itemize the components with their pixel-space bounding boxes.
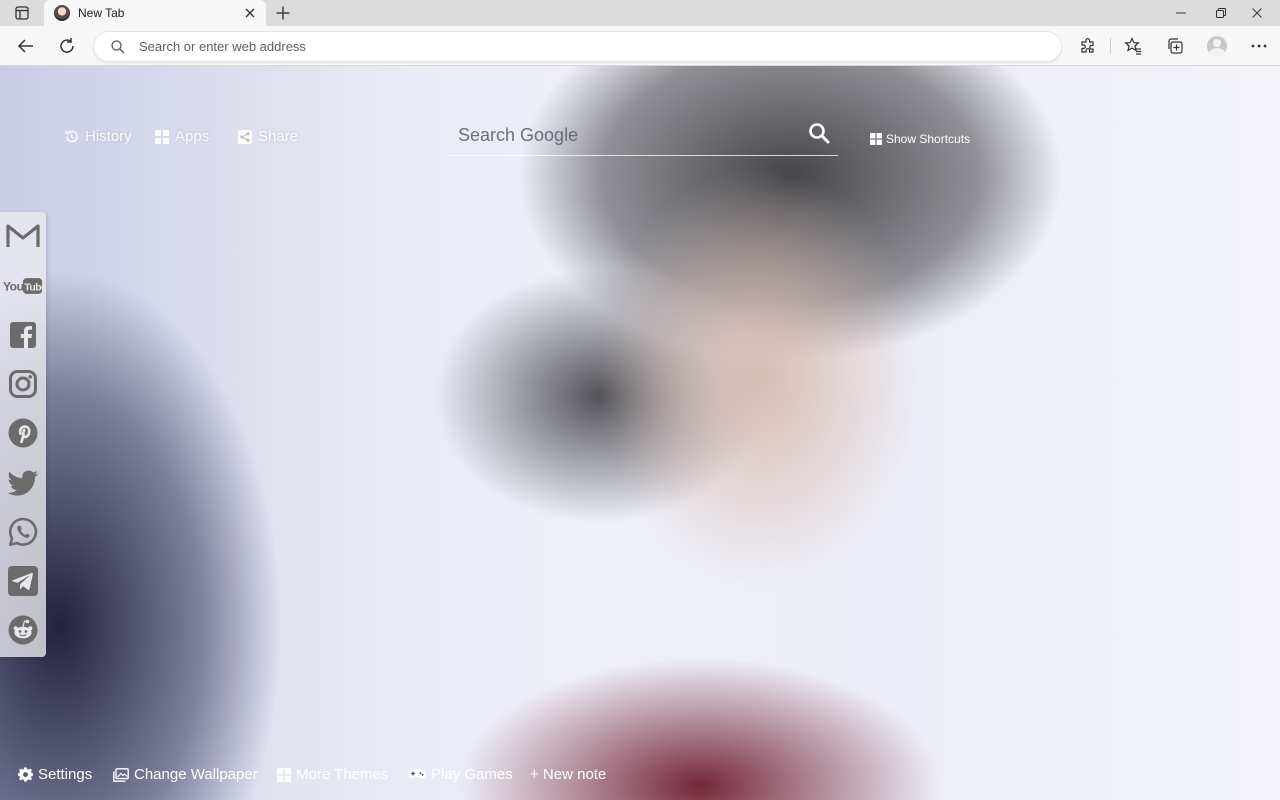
apps-label: Apps bbox=[175, 128, 210, 145]
history-icon bbox=[65, 130, 78, 143]
puzzle-icon bbox=[1081, 38, 1094, 53]
extensions-button[interactable] bbox=[1074, 32, 1102, 60]
star-list-icon bbox=[1124, 37, 1141, 55]
refresh-button[interactable] bbox=[53, 32, 81, 60]
restore-icon bbox=[1216, 8, 1226, 18]
social-link-instagram[interactable] bbox=[3, 364, 43, 404]
social-link-gmail[interactable] bbox=[3, 216, 43, 256]
tab-favicon-icon bbox=[54, 5, 70, 21]
collections-icon bbox=[1168, 38, 1183, 54]
address-input[interactable] bbox=[139, 39, 1019, 54]
social-link-pinterest[interactable] bbox=[3, 413, 43, 453]
gamepad-icon bbox=[408, 769, 426, 778]
grid-icon bbox=[277, 767, 291, 782]
show-shortcuts-button[interactable]: Show Shortcuts bbox=[870, 132, 970, 146]
pinterest-icon bbox=[8, 418, 38, 448]
profile-button[interactable] bbox=[1203, 32, 1231, 60]
more-dots-icon bbox=[1251, 44, 1267, 48]
tab-actions-icon bbox=[15, 6, 29, 20]
wallpaper-icon bbox=[113, 767, 129, 782]
tab-strip: New Tab bbox=[0, 0, 1280, 26]
social-sidebar: You Tube bbox=[0, 212, 46, 657]
minimize-icon bbox=[1176, 12, 1186, 14]
apps-grid-icon bbox=[155, 129, 169, 144]
apps-link[interactable]: Apps bbox=[155, 128, 209, 145]
twitter-icon bbox=[7, 470, 38, 496]
whatsapp-icon bbox=[8, 517, 38, 546]
toolbar-divider bbox=[1110, 38, 1111, 54]
share-icon bbox=[238, 129, 252, 144]
close-window-icon bbox=[1252, 8, 1262, 18]
reddit-icon bbox=[8, 615, 38, 645]
social-link-youtube[interactable]: You Tube bbox=[3, 266, 43, 306]
windows-grid-icon bbox=[870, 133, 882, 145]
svg-text:Tube: Tube bbox=[24, 282, 43, 293]
instagram-icon bbox=[9, 370, 37, 398]
tab-title: New Tab bbox=[78, 6, 125, 20]
history-label: History bbox=[85, 128, 132, 145]
back-arrow-icon bbox=[17, 39, 33, 53]
play-games-link[interactable]: Play Games bbox=[408, 766, 513, 783]
search-icon bbox=[110, 39, 126, 55]
address-bar[interactable] bbox=[93, 31, 1062, 62]
google-search-input[interactable] bbox=[458, 120, 798, 150]
back-button[interactable] bbox=[12, 32, 40, 60]
settings-menu-button[interactable] bbox=[1245, 32, 1273, 60]
telegram-icon bbox=[8, 566, 38, 596]
change-wallpaper-label: Change Wallpaper bbox=[134, 766, 258, 783]
change-wallpaper-link[interactable]: Change Wallpaper bbox=[113, 766, 258, 783]
social-link-reddit[interactable] bbox=[3, 610, 43, 650]
social-link-facebook[interactable] bbox=[3, 315, 43, 355]
more-themes-label: More Themes bbox=[296, 766, 389, 783]
tab-actions-button[interactable] bbox=[9, 4, 35, 22]
tab-close-button[interactable] bbox=[242, 5, 258, 21]
gear-icon bbox=[18, 767, 33, 782]
new-tab-page: History Apps Share Show Shortcuts bbox=[0, 66, 1280, 800]
show-shortcuts-label: Show Shortcuts bbox=[886, 132, 971, 146]
play-games-label: Play Games bbox=[431, 766, 513, 783]
search-icon[interactable] bbox=[808, 122, 830, 144]
browser-toolbar bbox=[0, 26, 1280, 66]
refresh-icon bbox=[60, 38, 74, 53]
share-link[interactable]: Share bbox=[238, 128, 298, 145]
avatar bbox=[1207, 36, 1227, 56]
active-tab[interactable]: New Tab bbox=[44, 0, 266, 26]
social-link-whatsapp[interactable] bbox=[3, 512, 43, 552]
social-link-twitter[interactable] bbox=[3, 463, 43, 503]
favorites-button[interactable] bbox=[1119, 32, 1147, 60]
youtube-icon: You Tube bbox=[3, 278, 43, 294]
plus-icon bbox=[276, 6, 290, 20]
more-themes-link[interactable]: More Themes bbox=[277, 766, 388, 783]
google-search-box bbox=[450, 114, 838, 156]
settings-label: Settings bbox=[38, 766, 93, 783]
new-note-link[interactable]: + New note bbox=[530, 766, 606, 783]
new-tab-button[interactable] bbox=[272, 2, 294, 24]
svg-text:You: You bbox=[3, 279, 24, 293]
share-label: Share bbox=[258, 128, 299, 145]
gmail-icon bbox=[6, 224, 40, 247]
close-window-button[interactable] bbox=[1234, 0, 1280, 26]
facebook-icon bbox=[10, 322, 36, 348]
social-link-telegram[interactable] bbox=[3, 561, 43, 601]
settings-link[interactable]: Settings bbox=[18, 766, 92, 783]
history-link[interactable]: History bbox=[64, 128, 132, 145]
close-icon bbox=[245, 8, 255, 18]
new-note-label: + New note bbox=[530, 766, 607, 783]
collections-button[interactable] bbox=[1161, 32, 1189, 60]
